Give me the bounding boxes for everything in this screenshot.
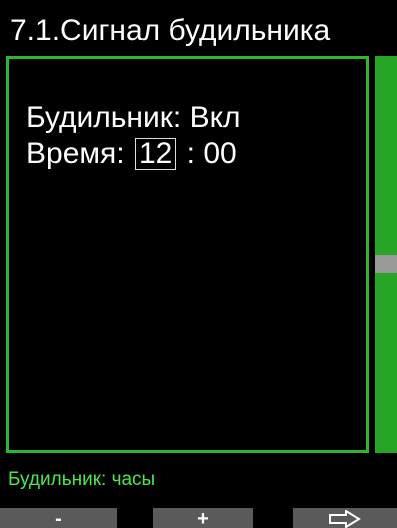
arrow-right-outline-icon xyxy=(329,510,361,528)
alarm-label: Будильник: xyxy=(26,101,182,134)
plus-button[interactable]: + xyxy=(153,508,253,528)
screen-title: 7.1.Сигнал будильника xyxy=(10,14,331,47)
time-label: Время: xyxy=(26,137,125,170)
time-hours-field[interactable]: 12 xyxy=(134,138,177,170)
next-button[interactable] xyxy=(293,508,397,528)
alarm-row[interactable]: Будильник: Вкл xyxy=(26,100,241,136)
time-minutes-field[interactable]: 00 xyxy=(203,137,236,170)
scrollbar-thumb[interactable] xyxy=(375,255,397,273)
alarm-settings: Будильник: Вкл Время: 12 : 00 xyxy=(26,100,241,172)
time-row[interactable]: Время: 12 : 00 xyxy=(26,136,241,172)
status-line: Будильник: часы xyxy=(8,469,156,490)
alarm-value[interactable]: Вкл xyxy=(190,101,241,134)
time-separator: : xyxy=(186,137,195,170)
minus-button[interactable]: - xyxy=(0,508,117,528)
